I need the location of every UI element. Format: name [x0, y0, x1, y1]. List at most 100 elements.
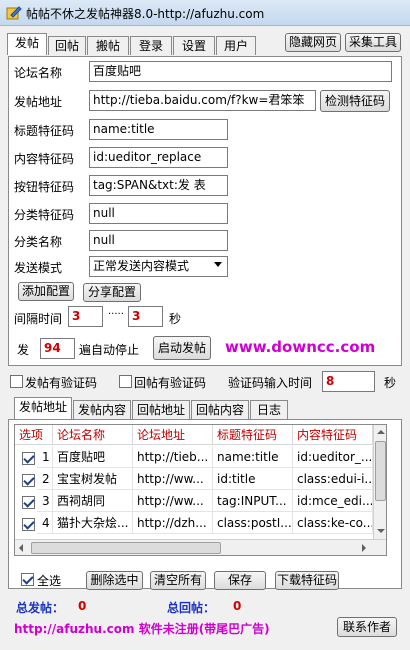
tab-post-urls[interactable]: 发帖地址 [14, 397, 72, 419]
tab-log[interactable]: 日志 [250, 400, 288, 419]
column-header[interactable]: 标题特征码 [213, 425, 293, 445]
total-post-label: 总发帖： [16, 601, 65, 615]
save-button[interactable]: 保存 [214, 571, 266, 590]
tab-reply-content[interactable]: 回帖内容 [191, 400, 249, 419]
title-code-cell: name:title [213, 446, 293, 468]
send-mode-label: 发送模式 [14, 261, 63, 275]
row-checkbox[interactable] [22, 452, 35, 465]
forum-name-cell: 西祠胡同 [53, 490, 133, 512]
scroll-thumb[interactable] [375, 441, 386, 501]
send-stop-label: 遍自动停止 [79, 343, 140, 357]
scroll-right-icon[interactable] [362, 544, 366, 552]
collect-tool-button[interactable]: 采集工具 [345, 33, 401, 52]
category-name-label: 分类名称 [14, 235, 63, 249]
interval-to-input[interactable]: 3 [128, 306, 163, 327]
post-captcha-label: 发帖有验证码 [25, 376, 98, 390]
tab-reply-urls[interactable]: 回帖地址 [132, 400, 190, 419]
delete-selected-button[interactable]: 删除选中 [86, 571, 143, 590]
watermark-text: www.downcc.com [225, 338, 376, 356]
forum-name-input[interactable]: 百度贴吧 [89, 61, 392, 82]
tab-post[interactable]: 发帖 [7, 33, 47, 55]
column-header[interactable]: 论坛名称 [53, 425, 133, 445]
forum-name-label: 论坛名称 [14, 66, 63, 80]
window-title: 帖帖不休之发帖神器8.0-http://afuzhu.com [26, 7, 265, 21]
title-bar: 帖帖不休之发帖神器8.0-http://afuzhu.com [0, 0, 410, 26]
category-name-input[interactable]: null [89, 230, 228, 251]
captcha-time-unit: 秒 [384, 376, 397, 390]
select-all-checkbox[interactable] [21, 573, 34, 586]
tab-post-content[interactable]: 发帖内容 [73, 400, 131, 419]
hide-webpage-button[interactable]: 隐藏网页 [285, 33, 341, 52]
content-code-cell: id:ueditor_... [293, 446, 373, 468]
interval-unit: 秒 [169, 312, 182, 326]
start-post-button[interactable]: 启动发帖 [153, 336, 211, 360]
forum-url-cell: http://tieb... [133, 446, 213, 468]
content-code-cell: class:ke-co... [293, 512, 373, 534]
vertical-scrollbar[interactable] [373, 425, 386, 539]
send-mode-value: 正常发送内容模式 [93, 259, 190, 273]
button-code-input[interactable]: tag:SPAN&txt:发 表 [89, 175, 228, 196]
content-code-input[interactable]: id:ueditor_replace [89, 147, 228, 168]
download-code-button[interactable]: 下载特征码 [275, 571, 339, 590]
status-text: http://afuzhu.com 软件未注册(带尾巴广告) [14, 622, 270, 636]
row-checkbox[interactable] [22, 518, 35, 531]
row-number: 1 [37, 446, 53, 468]
post-captcha-checkbox[interactable] [10, 375, 23, 388]
send-mode-select[interactable]: 正常发送内容模式 [89, 256, 228, 277]
chevron-down-icon [214, 262, 222, 267]
scroll-down-icon[interactable] [377, 529, 385, 533]
tab-move[interactable]: 搬帖 [87, 36, 129, 55]
forum-url-cell: http://ww... [133, 490, 213, 512]
title-code-cell: id:title [213, 468, 293, 490]
contact-author-button[interactable]: 联系作者 [337, 617, 397, 637]
send-count-input[interactable]: 94 [40, 338, 75, 359]
forum-table: 选项 论坛名称 论坛地址 标题特征码 内容特征码 1 百度贴吧 http://t… [14, 424, 387, 556]
app-icon [6, 6, 22, 20]
captcha-time-label: 验证码输入时间 [228, 376, 313, 390]
send-label: 发 [17, 343, 30, 357]
add-config-button[interactable]: 添加配置 [18, 282, 74, 301]
reply-captcha-label: 回帖有验证码 [134, 376, 207, 390]
interval-label: 间隔时间 [14, 312, 63, 326]
tab-login[interactable]: 登录 [130, 36, 172, 55]
row-number: 2 [37, 468, 53, 490]
tab-user[interactable]: 用户 [216, 36, 256, 55]
select-all-label: 全选 [37, 574, 62, 588]
row-checkbox[interactable] [22, 474, 35, 487]
total-reply-label: 总回帖： [167, 601, 216, 615]
column-header[interactable]: 内容特征码 [293, 425, 373, 445]
reply-captcha-checkbox[interactable] [119, 375, 132, 388]
forum-url-cell: http://ww... [133, 468, 213, 490]
tab-reply[interactable]: 回帖 [48, 36, 86, 55]
category-code-label: 分类特征码 [14, 208, 75, 222]
category-code-input[interactable]: null [89, 203, 228, 224]
total-post-count: 0 [78, 599, 87, 613]
tab-settings[interactable]: 设置 [173, 36, 215, 55]
forum-name-cell: 百度贴吧 [53, 446, 133, 468]
horizontal-scrollbar[interactable] [15, 539, 386, 555]
forum-url-cell: http://dzh... [133, 512, 213, 534]
title-code-cell: class:postI... [213, 512, 293, 534]
row-number: 3 [37, 490, 53, 512]
scroll-left-icon[interactable] [19, 544, 23, 552]
content-code-label: 内容特征码 [14, 152, 75, 166]
row-checkbox[interactable] [22, 496, 35, 509]
column-header[interactable]: 论坛地址 [133, 425, 213, 445]
forum-name-cell: 宝宝树发帖 [53, 468, 133, 490]
button-code-label: 按钮特征码 [14, 180, 75, 194]
title-code-input[interactable]: name:title [89, 119, 228, 140]
clear-all-button[interactable]: 清空所有 [150, 571, 206, 590]
total-reply-count: 0 [233, 599, 242, 613]
post-url-input[interactable]: http://tieba.baidu.com/f?kw=君笨笨 [89, 90, 316, 111]
horizontal-scroll-thumb[interactable] [31, 542, 221, 554]
row-number: 4 [37, 512, 53, 534]
column-header[interactable]: 选项 [15, 425, 53, 445]
content-code-cell: class:edui-i... [293, 468, 373, 490]
forum-name-cell: 猫扑大杂烩... [53, 512, 133, 534]
detect-code-button[interactable]: 检测特征码 [320, 90, 390, 112]
scroll-up-icon[interactable] [377, 430, 385, 434]
interval-from-input[interactable]: 3 [68, 306, 103, 327]
captcha-time-input[interactable]: 8 [322, 371, 375, 392]
post-url-label: 发帖地址 [14, 95, 63, 109]
share-config-button[interactable]: 分享配置 [83, 283, 141, 302]
